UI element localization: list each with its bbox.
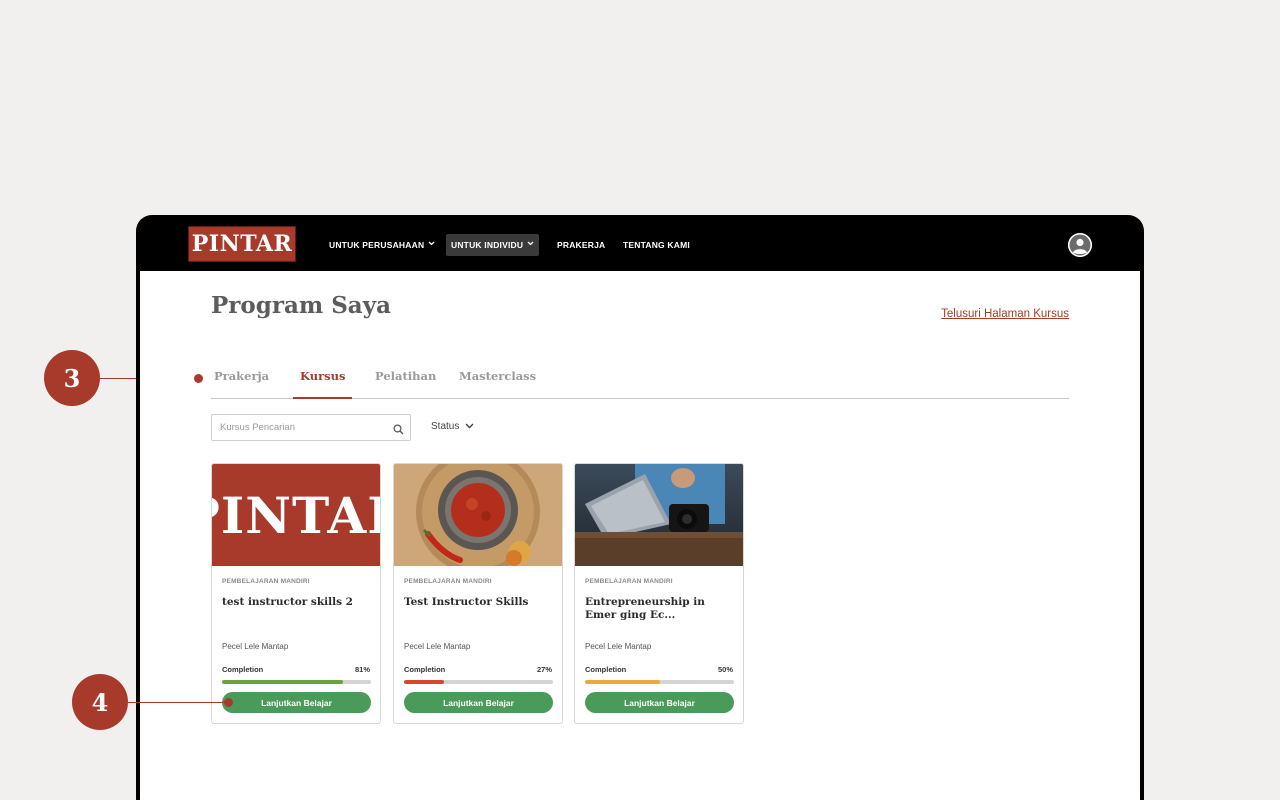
callout-4-line (128, 702, 226, 703)
nav-label: TENTANG KAMI (623, 240, 690, 250)
chevron-down-icon (465, 421, 474, 432)
progress-fill (222, 680, 343, 684)
status-dropdown[interactable]: Status (431, 421, 474, 432)
completion-value: 81% (354, 665, 370, 674)
top-navbar: PINTAR UNTUK PERUSAHAAN UNTUK INDIVIDU P… (140, 219, 1140, 271)
progress-bar (585, 680, 734, 684)
course-card[interactable]: PEMBELAJARAN MANDIRI Entrepreneurship in… (574, 463, 744, 724)
laptop-camera-image (575, 464, 743, 566)
main-content: Program Saya Telusuri Halaman Kursus Pra… (140, 271, 1140, 800)
nav-label: UNTUK PERUSAHAAN (329, 240, 425, 250)
course-type: PEMBELAJARAN MANDIRI (585, 578, 673, 585)
search-box (211, 414, 411, 441)
pintar-logo-image: PINTAR (212, 464, 380, 566)
course-type: PEMBELAJARAN MANDIRI (404, 578, 492, 585)
status-label: Status (431, 421, 460, 432)
callout-4-dot (224, 698, 233, 707)
tab-pelatihan[interactable]: Pelatihan (375, 369, 436, 399)
program-tabs: Prakerja Kursus Pelatihan Masterclass (211, 361, 1069, 399)
completion-label: Completion (585, 665, 627, 674)
browse-courses-link[interactable]: Telusuri Halaman Kursus (941, 308, 1069, 320)
course-author: Pecel Lele Mantap (222, 642, 289, 651)
course-card[interactable]: PINTAR PEMBELAJARAN MANDIRI test instruc… (211, 463, 381, 724)
continue-learning-button[interactable]: Lanjutkan Belajar (222, 692, 371, 713)
search-input[interactable] (220, 422, 380, 433)
course-title[interactable]: Entrepreneurship in Emer ging Ec... (585, 596, 735, 622)
nav-untuk-perusahaan[interactable]: UNTUK PERUSAHAAN (324, 234, 440, 256)
course-author: Pecel Lele Mantap (585, 642, 652, 651)
tab-kursus[interactable]: Kursus (293, 369, 353, 399)
course-title[interactable]: Test Instructor Skills (404, 596, 554, 609)
progress-bar (404, 680, 553, 684)
chevron-down-icon (527, 241, 534, 248)
tab-masterclass[interactable]: Masterclass (459, 369, 536, 399)
page-title: Program Saya (211, 292, 391, 319)
thumbnail-logo-text: PINTAR (212, 485, 380, 545)
search-icon[interactable] (393, 422, 404, 440)
course-title[interactable]: test instructor skills 2 (222, 596, 372, 609)
laptop-frame: PINTAR UNTUK PERUSAHAAN UNTUK INDIVIDU P… (136, 215, 1144, 800)
callout-3-dot (194, 374, 203, 383)
callout-4: 4 (72, 674, 128, 730)
nav-label: PRAKERJA (557, 240, 606, 250)
callout-4-number: 4 (91, 687, 109, 717)
sambal-bowl-image (394, 464, 562, 566)
progress-fill (585, 680, 660, 684)
completion-label: Completion (404, 665, 446, 674)
nav-untuk-individu[interactable]: UNTUK INDIVIDU (446, 234, 540, 256)
nav-label: UNTUK INDIVIDU (451, 240, 524, 250)
pintar-logo[interactable]: PINTAR (188, 226, 296, 262)
callout-3-number: 3 (63, 363, 81, 393)
continue-learning-button[interactable]: Lanjutkan Belajar (585, 692, 734, 713)
completion-label: Completion (222, 665, 264, 674)
user-avatar-icon[interactable] (1068, 233, 1092, 257)
continue-learning-button[interactable]: Lanjutkan Belajar (404, 692, 553, 713)
nav-prakerja[interactable]: PRAKERJA (552, 234, 610, 256)
completion-value: 50% (717, 665, 733, 674)
course-type: PEMBELAJARAN MANDIRI (222, 578, 310, 585)
tab-prakerja[interactable]: Prakerja (214, 369, 269, 399)
course-author: Pecel Lele Mantap (404, 642, 471, 651)
course-card[interactable]: PEMBELAJARAN MANDIRI Test Instructor Ski… (393, 463, 563, 724)
callout-3: 3 (44, 350, 100, 406)
progress-fill (404, 680, 445, 684)
nav-tentang-kami[interactable]: TENTANG KAMI (618, 234, 695, 256)
completion-value: 27% (536, 665, 552, 674)
chevron-down-icon (428, 241, 435, 248)
progress-bar (222, 680, 371, 684)
